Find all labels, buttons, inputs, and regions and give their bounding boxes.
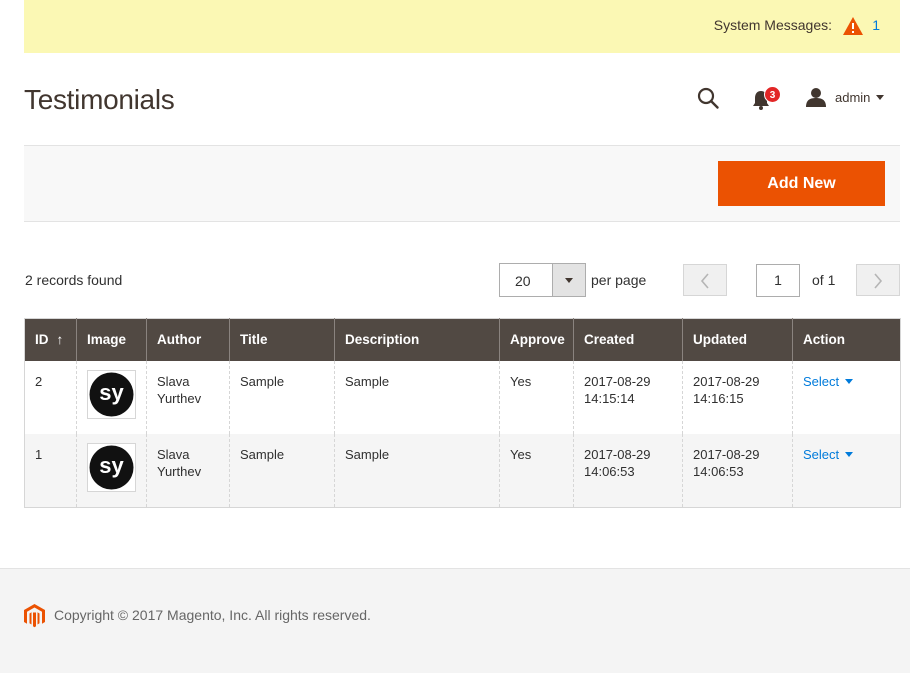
cell-author: Slava Yurthev <box>146 360 230 434</box>
created-date: 2017-08-29 <box>584 373 651 389</box>
per-page-select[interactable]: 20 <box>499 263 586 297</box>
add-new-button[interactable]: Add New <box>718 161 885 206</box>
author-first-name: Slava <box>157 446 190 462</box>
chevron-down-icon <box>876 94 885 100</box>
chevron-down-icon <box>845 378 854 384</box>
cell-approve: Yes <box>499 433 574 508</box>
cell-image: sy <box>76 360 147 434</box>
warning-icon[interactable] <box>842 16 864 36</box>
page-title: Testimonials <box>24 84 175 115</box>
testimonial-image: sy <box>87 442 136 492</box>
row-action-select[interactable]: Select <box>803 446 854 463</box>
chevron-down-icon <box>565 278 573 283</box>
cell-id: 1 <box>24 433 77 508</box>
chevron-left-icon <box>700 273 709 289</box>
cell-action: Select <box>792 433 901 508</box>
total-pages-label: of 1 <box>812 272 836 288</box>
column-header-updated[interactable]: Updated <box>682 318 793 361</box>
cell-title: Sample <box>229 360 335 434</box>
cell-approve: Yes <box>499 360 574 434</box>
system-messages-count[interactable]: 1 <box>872 17 880 33</box>
select-label: Select <box>803 373 840 389</box>
cell-created: 2017-08-29 14:15:14 <box>573 360 683 434</box>
current-page-input[interactable]: 1 <box>756 264 800 297</box>
column-header-image: Image <box>76 318 147 361</box>
table-row[interactable]: 2 sy Slava Yurthev Sample Sample Yes 2017… <box>24 360 901 434</box>
chevron-right-icon <box>874 273 883 289</box>
page-footer: Copyright © 2017 Magento, Inc. All right… <box>0 568 910 673</box>
row-action-select[interactable]: Select <box>803 373 854 390</box>
per-page-label: per page <box>591 272 647 288</box>
cell-updated: 2017-08-29 14:06:53 <box>682 433 793 508</box>
column-header-author[interactable]: Author <box>146 318 230 361</box>
user-menu[interactable]: admin <box>806 86 885 108</box>
cell-action: Select <box>792 360 901 434</box>
system-messages-label: System Messages: <box>713 17 832 33</box>
user-name: admin <box>835 89 871 105</box>
copyright-text: Copyright © 2017 Magento, Inc. All right… <box>54 607 371 623</box>
author-last-name: Yurthev <box>157 463 202 479</box>
search-button[interactable] <box>696 86 720 110</box>
notifications-badge: 3 <box>764 86 781 103</box>
updated-date: 2017-08-29 <box>693 446 760 462</box>
cell-description: Sample <box>334 433 500 508</box>
column-header-title[interactable]: Title <box>229 318 335 361</box>
author-last-name: Yurthev <box>157 390 202 406</box>
created-date: 2017-08-29 <box>584 446 651 462</box>
records-found: 2 records found <box>25 272 123 288</box>
cell-created: 2017-08-29 14:06:53 <box>573 433 683 508</box>
select-label: Select <box>803 446 840 462</box>
cell-title: Sample <box>229 433 335 508</box>
author-logo: sy <box>89 445 134 489</box>
cell-description: Sample <box>334 360 500 434</box>
per-page-toggle[interactable] <box>552 264 585 296</box>
column-header-description[interactable]: Description <box>334 318 500 361</box>
user-icon <box>806 88 826 107</box>
notifications-button[interactable]: 3 <box>751 86 781 110</box>
column-header-label: ID <box>35 332 49 348</box>
updated-time: 14:16:15 <box>693 390 744 406</box>
system-messages-bar: System Messages: 1 <box>24 0 900 53</box>
next-page-button[interactable] <box>856 264 900 296</box>
column-header-approve[interactable]: Approve <box>499 318 574 361</box>
column-header-created[interactable]: Created <box>573 318 683 361</box>
updated-date: 2017-08-29 <box>693 373 760 389</box>
previous-page-button[interactable] <box>683 264 727 296</box>
cell-author: Slava Yurthev <box>146 433 230 508</box>
author-logo: sy <box>89 372 134 416</box>
cell-updated: 2017-08-29 14:16:15 <box>682 360 793 434</box>
author-first-name: Slava <box>157 373 190 389</box>
cell-image: sy <box>76 433 147 508</box>
testimonial-image: sy <box>87 369 136 419</box>
search-icon <box>697 87 719 109</box>
column-header-action: Action <box>792 318 901 361</box>
testimonials-grid: ID ↑ Image Author Title Description Appro… <box>24 318 901 508</box>
created-time: 14:15:14 <box>584 390 635 406</box>
sort-ascending-icon: ↑ <box>56 332 64 348</box>
grid-header-row: ID ↑ Image Author Title Description Appro… <box>24 318 901 361</box>
chevron-down-icon <box>845 451 854 457</box>
magento-logo-icon <box>24 604 45 628</box>
page-actions-bar: Add New <box>24 145 900 222</box>
svg-text:sy: sy <box>99 380 124 405</box>
per-page-value: 20 <box>515 273 531 289</box>
cell-id: 2 <box>24 360 77 434</box>
updated-time: 14:06:53 <box>693 463 744 479</box>
table-row[interactable]: 1 sy Slava Yurthev Sample Sample Yes 2017… <box>24 433 901 508</box>
svg-text:sy: sy <box>99 453 124 478</box>
created-time: 14:06:53 <box>584 463 635 479</box>
column-header-id[interactable]: ID ↑ <box>24 318 77 361</box>
